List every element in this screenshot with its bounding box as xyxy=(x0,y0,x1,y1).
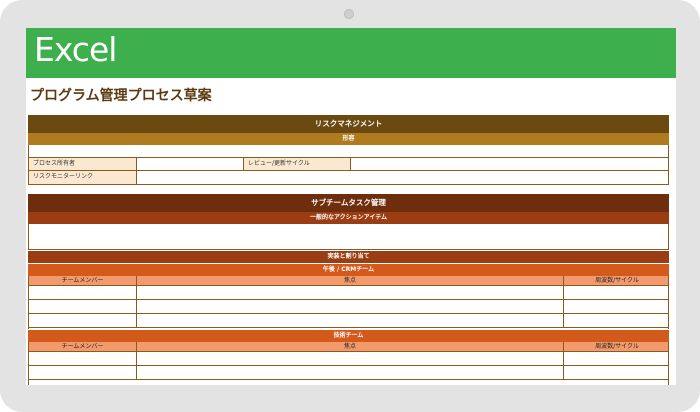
risk-header-label: リスクマネジメント xyxy=(314,119,383,128)
risk-subheader-label: 形容 xyxy=(342,135,355,142)
table-cell[interactable] xyxy=(29,300,136,313)
team-table: チームメンバー 焦点 周波数/サイクル xyxy=(28,342,669,385)
table-cell[interactable] xyxy=(29,286,136,299)
implementation-header: 実装と割り当て xyxy=(28,251,669,263)
risk-description-row[interactable] xyxy=(29,145,668,158)
action-items-label: 一般的なアクションアイテム xyxy=(309,214,388,221)
table-row[interactable] xyxy=(29,314,668,328)
column-header-row: チームメンバー 焦点 周波数/サイクル xyxy=(29,276,668,286)
table-cell[interactable] xyxy=(29,314,136,327)
table-row[interactable] xyxy=(29,352,668,366)
column-header: チームメンバー xyxy=(61,277,104,284)
table-row[interactable] xyxy=(29,366,668,380)
column-header: チームメンバー xyxy=(61,343,104,350)
table-cell[interactable] xyxy=(136,300,563,313)
table-cell[interactable] xyxy=(563,366,670,379)
app-name: Excel xyxy=(34,30,117,69)
camera-icon xyxy=(344,9,354,19)
field-label: プロセス所有者 xyxy=(29,158,136,170)
risk-grid: プロセス所有者 レビュー/更新サイクル リスクモニターリンク xyxy=(28,145,669,185)
table-cell[interactable] xyxy=(136,286,563,299)
team-name: 技術チーム xyxy=(333,332,364,339)
table-cell[interactable] xyxy=(136,366,563,379)
table-cell[interactable] xyxy=(136,314,563,327)
screen: Excel プログラム管理プロセス草案 リスクマネジメント 形容 プロセス所有者… xyxy=(26,28,676,385)
device-frame: Excel プログラム管理プロセス草案 リスクマネジメント 形容 プロセス所有者… xyxy=(0,0,700,412)
implementation-label: 実装と割り当て xyxy=(327,253,370,260)
risk-header: リスクマネジメント xyxy=(28,115,669,133)
sheet-title: プログラム管理プロセス草案 xyxy=(30,88,212,104)
risk-monitor-link-input[interactable] xyxy=(136,171,670,184)
risk-field-row: リスクモニターリンク xyxy=(29,171,668,185)
table-cell[interactable] xyxy=(136,352,563,365)
column-header: 焦点 xyxy=(136,276,563,285)
column-header: 焦点 xyxy=(136,342,563,351)
table-cell[interactable] xyxy=(563,314,670,327)
action-items-header: 一般的なアクションアイテム xyxy=(28,212,669,224)
table-cell[interactable] xyxy=(563,286,670,299)
table-cell[interactable] xyxy=(29,366,136,379)
subteam-header-label: サブチームタスク管理 xyxy=(311,198,386,207)
risk-field-row: プロセス所有者 レビュー/更新サイクル xyxy=(29,158,668,171)
team-bar: 午後 / CRMチーム xyxy=(28,264,669,276)
team-name: 午後 / CRMチーム xyxy=(322,266,375,273)
field-label: レビュー/更新サイクル xyxy=(243,158,350,170)
action-items-area[interactable] xyxy=(28,224,669,250)
field-label: リスクモニターリンク xyxy=(29,171,136,184)
table-row[interactable] xyxy=(29,286,668,300)
table-cell[interactable] xyxy=(563,352,670,365)
table-row[interactable] xyxy=(29,300,668,314)
column-header: 周波数/サイクル xyxy=(563,276,670,285)
column-header-row: チームメンバー 焦点 周波数/サイクル xyxy=(29,342,668,352)
risk-subheader: 形容 xyxy=(28,133,669,145)
column-header: 周波数/サイクル xyxy=(563,342,670,351)
team-table: チームメンバー 焦点 周波数/サイクル xyxy=(28,276,669,329)
subteam-header: サブチームタスク管理 xyxy=(28,194,669,212)
app-banner: Excel xyxy=(26,28,676,78)
table-cell[interactable] xyxy=(29,352,136,365)
team-bar: 技術チーム xyxy=(28,330,669,342)
review-cycle-input[interactable] xyxy=(350,158,670,170)
table-cell[interactable] xyxy=(563,300,670,313)
process-owner-input[interactable] xyxy=(136,158,243,170)
